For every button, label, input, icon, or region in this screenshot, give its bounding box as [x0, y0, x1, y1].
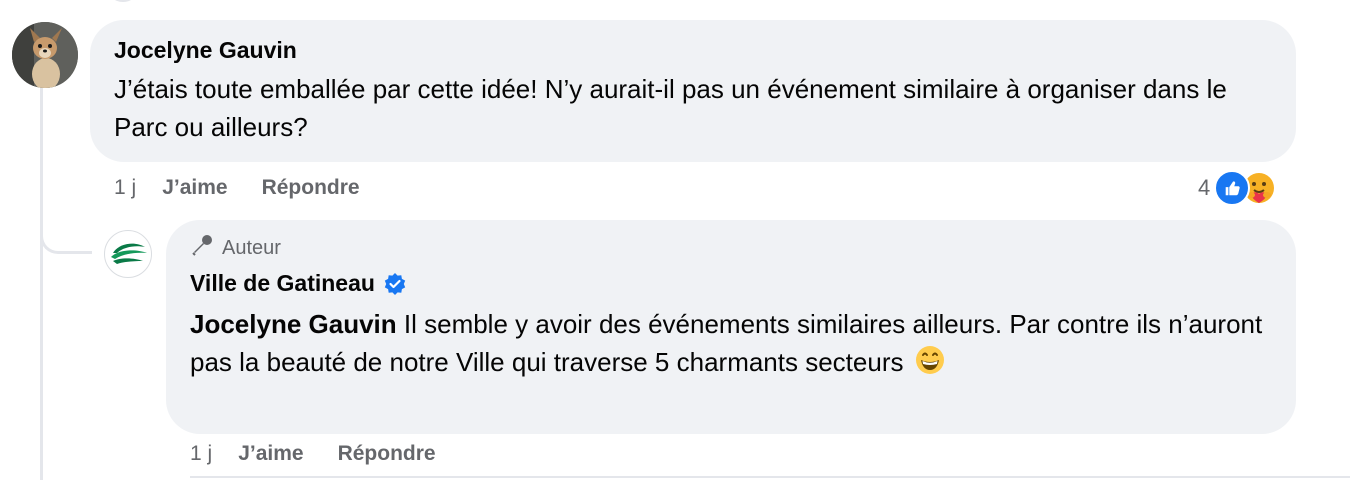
previous-thread-connector — [106, 0, 140, 2]
reaction-count: 4 — [1198, 175, 1211, 200]
verified-badge-icon — [383, 272, 407, 296]
comment-text: J’étais toute emballée par cette idée! N… — [114, 74, 1227, 142]
reply-reply-button[interactable]: Répondre — [338, 442, 436, 466]
dog-avatar-icon — [12, 22, 78, 88]
reply-author[interactable]: Ville de Gatineau — [190, 270, 375, 297]
like-button[interactable]: J’aime — [162, 176, 227, 200]
reply-author-row: Ville de Gatineau — [190, 270, 407, 297]
author-badge-label: Auteur — [222, 236, 281, 259]
reply-timestamp[interactable]: 1 j — [190, 442, 212, 466]
comment-actions: 1 j J’aime Répondre — [114, 176, 394, 200]
mention-link[interactable]: Jocelyne Gauvin — [190, 309, 397, 339]
page-avatar[interactable] — [104, 230, 152, 278]
reply-text-container: Jocelyne Gauvin Il semble y avoir des év… — [190, 305, 1270, 381]
reply-button[interactable]: Répondre — [262, 176, 360, 200]
divider — [190, 476, 1350, 478]
microphone-icon — [190, 233, 214, 263]
reply-connector-line — [40, 150, 92, 254]
reply-like-button[interactable]: J’aime — [238, 442, 303, 466]
reply-actions: 1 j J’aime Répondre — [190, 442, 470, 466]
comment-timestamp[interactable]: 1 j — [114, 176, 136, 200]
reaction-summary[interactable]: 4 — [1198, 170, 1276, 206]
comment-author[interactable]: Jocelyne Gauvin — [114, 37, 297, 64]
author-badge: Auteur — [190, 233, 281, 263]
grinning-face-icon — [915, 345, 945, 375]
like-icon — [1214, 170, 1251, 206]
avatar[interactable] — [12, 22, 78, 88]
thread-line — [40, 88, 43, 480]
ville-de-gatineau-logo-icon — [111, 243, 147, 264]
